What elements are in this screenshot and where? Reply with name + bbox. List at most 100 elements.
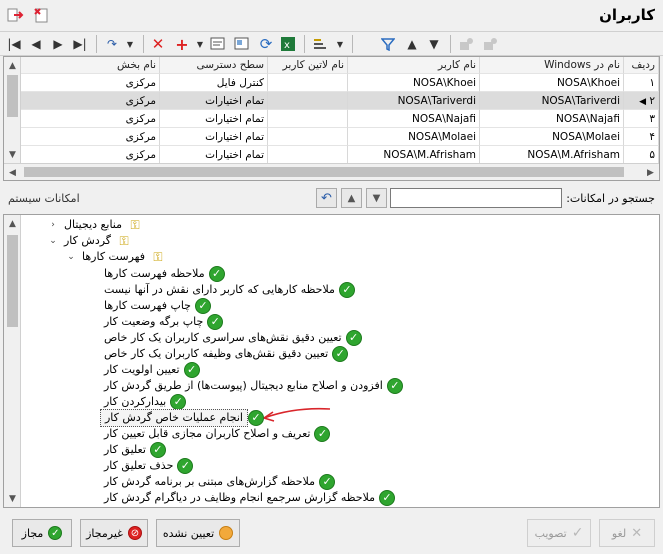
scroll-down-icon[interactable]: ▼: [4, 490, 21, 507]
tree-node[interactable]: ✓ حذف تعلیق کار: [100, 458, 194, 474]
dropdown-icon[interactable]: ▼: [120, 34, 140, 54]
tree-node[interactable]: ✓ ملاحظه کارهایی که کاربر دارای نقش در آن…: [100, 282, 355, 298]
table-row[interactable]: ۵ NOSA\M.Afrisham NOSA\M.Afrisham تمام ا…: [4, 146, 659, 164]
tree-node[interactable]: ✓ ملاحظه گزارش سرجمع انجام وظایف در دیاگر…: [100, 490, 396, 506]
latin-name: [268, 128, 348, 146]
scroll-right-icon[interactable]: ▶: [642, 164, 659, 181]
last-record-icon[interactable]: ▶|: [70, 34, 90, 54]
user-name: NOSA\M.Afrisham: [348, 146, 480, 164]
move-up-icon[interactable]: ▲: [402, 34, 422, 54]
grid-vertical-scrollbar[interactable]: ▲ ▼: [4, 57, 21, 163]
column-header[interactable]: نام بخش: [21, 57, 160, 74]
tree-node[interactable]: ✓ تعریف و اصلاح کاربران مجازی قابل تعیین …: [100, 426, 331, 442]
tree-node[interactable]: ⚿ گردش کار: [60, 233, 133, 249]
tree-node[interactable]: ⚿ منابع دیجیتال: [60, 217, 144, 233]
tree-node-selected[interactable]: ✓ انجام عملیات خاص گردش کار: [100, 409, 264, 427]
access-level: تمام اختیارات: [160, 92, 268, 110]
check-icon: ✓: [332, 346, 349, 362]
grid-horizontal-scrollbar[interactable]: ◀ ▶: [4, 163, 659, 180]
tree-node[interactable]: ✓ تعیین اولویت کار: [100, 362, 200, 378]
toolbar-separator: [304, 35, 305, 53]
scroll-up-icon[interactable]: ▲: [4, 57, 21, 74]
scroll-thumb[interactable]: [24, 167, 624, 177]
table-row[interactable]: ۳ NOSA\Najafi NOSA\Najafi تمام اختیارات …: [4, 110, 659, 128]
scroll-left-icon[interactable]: ◀: [4, 164, 21, 181]
tree-node[interactable]: ✓ چاپ فهرست کارها: [100, 298, 211, 314]
scroll-up-icon[interactable]: ▲: [4, 215, 21, 232]
key-icon: ⚿: [119, 234, 129, 248]
scroll-down-icon[interactable]: ▼: [4, 146, 21, 163]
view-form-icon[interactable]: [232, 34, 252, 54]
first-record-icon[interactable]: |◀: [4, 34, 24, 54]
check-icon: ✓: [379, 490, 396, 506]
department: مرکزی: [21, 128, 160, 146]
denied-button[interactable]: ⊘ غیرمجاز: [80, 519, 148, 547]
exit-icon[interactable]: [6, 6, 24, 24]
tree-node[interactable]: ✓ چاپ برگه وضعیت کار: [100, 314, 224, 330]
scroll-thumb[interactable]: [7, 235, 18, 327]
expand-icon[interactable]: ›: [48, 220, 58, 230]
move-down-icon[interactable]: ▼: [424, 34, 444, 54]
tree-node[interactable]: ✓ ملاحظه گزارش‌های مبتنی بر برنامه گردش ک…: [100, 474, 336, 490]
tree-node-label: چاپ برگه وضعیت کار: [104, 315, 204, 328]
user-name: NOSA\Khoei: [348, 74, 480, 92]
user-name: NOSA\Molaei: [348, 128, 480, 146]
next-record-icon[interactable]: ▶: [48, 34, 68, 54]
row-pointer-icon: ◀: [639, 97, 647, 107]
tree-node[interactable]: ⚿ فهرست کارها: [78, 249, 167, 265]
sort-icon[interactable]: [310, 34, 330, 54]
excel-icon[interactable]: x: [278, 34, 298, 54]
dropdown-icon[interactable]: ▼: [190, 34, 210, 54]
cancel-label: لغو: [611, 526, 627, 540]
tree-node-label: تعیین دقیق نقش‌های سراسری کاربران یک کار…: [104, 331, 342, 344]
tree-node-label: تعریف و اصلاح کاربران مجازی قابل تعیین ک…: [104, 427, 311, 440]
search-down-button[interactable]: ▼: [366, 188, 387, 208]
tree-node[interactable]: ✓ بیدارکردن کار: [100, 394, 187, 410]
tree-node[interactable]: ✓ ملاحظه فهرست کارها: [100, 266, 225, 282]
dropdown-icon[interactable]: ▼: [330, 34, 350, 54]
table-row[interactable]: ۴ NOSA\Molaei NOSA\Molaei تمام اختیارات …: [4, 128, 659, 146]
row-index: ۴: [624, 128, 659, 146]
search-label: جستجو در امکانات:: [566, 192, 655, 205]
search-reset-button[interactable]: ↶: [316, 188, 337, 208]
refresh-icon[interactable]: ⟳: [256, 34, 276, 54]
tree-node[interactable]: ✓ تعیین دقیق نقش‌های وظیفه کاربران یک کار…: [100, 346, 349, 362]
prev-record-icon[interactable]: ◀: [26, 34, 46, 54]
tree-node-label: گردش کار: [64, 234, 112, 247]
column-header[interactable]: نام کاربر: [348, 57, 480, 74]
add-icon[interactable]: +: [172, 34, 192, 54]
tree-node-label: فهرست کارها: [82, 250, 145, 263]
refresh-window-icon[interactable]: [32, 6, 50, 24]
search-up-button[interactable]: ▲: [341, 188, 362, 208]
tree-node[interactable]: ✓ تعیین دقیق نقش‌های سراسری کاربران یک کا…: [100, 330, 362, 346]
column-header[interactable]: نام لاتین کاربر: [268, 57, 348, 74]
collapse-icon[interactable]: ⌄: [48, 236, 58, 246]
latin-name: [268, 146, 348, 164]
table-row[interactable]: ۱ NOSA\Khoei NOSA\Khoei کنترل فایل مرکزی: [4, 74, 659, 92]
tree-vertical-scrollbar[interactable]: ▲ ▼: [4, 215, 21, 507]
filter-icon[interactable]: [378, 34, 398, 54]
toolbar-separator: [450, 35, 451, 53]
scroll-thumb[interactable]: [7, 75, 18, 117]
tree-node[interactable]: ✓ تعلیق کار: [100, 442, 166, 458]
column-header[interactable]: ردیف: [624, 57, 659, 74]
redo-icon[interactable]: ↷: [102, 34, 122, 54]
edit-form-icon[interactable]: [208, 34, 228, 54]
cancel-button[interactable]: ✕ لغو: [599, 519, 655, 547]
toolbar-separator: [96, 35, 97, 53]
approve-button[interactable]: ✓ تصویب: [527, 519, 591, 547]
delete-icon[interactable]: ✕: [148, 34, 168, 54]
window-title: کاربران: [599, 6, 655, 24]
column-header[interactable]: سطح دسترسی: [160, 57, 268, 74]
allowed-button[interactable]: ✓ مجاز: [12, 519, 72, 547]
table-row-selected[interactable]: ۲ ◀ NOSA\Tariverdi NOSA\Tariverdi تمام ا…: [4, 92, 659, 110]
svg-text:x: x: [284, 40, 290, 51]
section-title: امکانات سیستم: [8, 192, 80, 205]
column-header[interactable]: نام در Windows: [480, 57, 624, 74]
unset-button[interactable]: تعیین نشده: [156, 519, 240, 547]
collapse-icon[interactable]: ⌄: [66, 252, 76, 262]
tree-node-label: ملاحظه گزارش سرجمع انجام وظایف در دیاگرا…: [104, 491, 376, 504]
tree-node[interactable]: ✓ افزودن و اصلاح منابع دیجیتال (پیوست‌ها)…: [100, 378, 403, 394]
search-input[interactable]: [390, 188, 562, 208]
check-icon: ✓: [314, 426, 331, 442]
